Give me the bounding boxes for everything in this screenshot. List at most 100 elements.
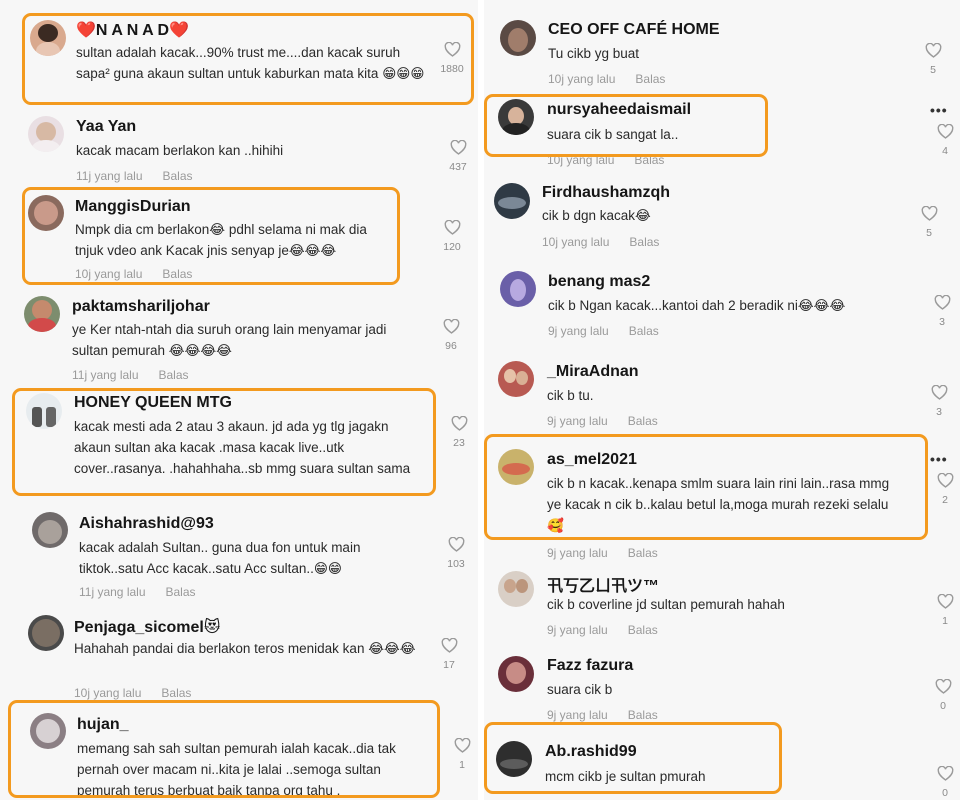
heart-icon <box>937 473 953 488</box>
username[interactable]: 卂丂乙ㄩ卂ツ™ <box>547 572 659 596</box>
like-button[interactable]: 103 <box>443 537 469 570</box>
like-count: 23 <box>453 437 465 449</box>
timestamp: 9j yang lalu <box>547 414 608 428</box>
avatar[interactable] <box>24 296 60 332</box>
username[interactable]: hujan_ <box>77 716 129 734</box>
avatar[interactable] <box>498 656 534 692</box>
heart-icon <box>937 766 953 781</box>
username[interactable]: ❤️N A N A D❤️ <box>76 20 189 40</box>
avatar[interactable] <box>498 571 534 607</box>
avatar[interactable] <box>30 20 66 56</box>
reply-button[interactable]: Balas <box>628 546 658 560</box>
reply-button[interactable]: Balas <box>162 267 192 281</box>
reply-button[interactable]: Balas <box>628 708 658 722</box>
comment-meta: 9j yang lalu Balas <box>547 623 658 637</box>
like-button[interactable]: 1880 <box>439 42 465 75</box>
like-count: 120 <box>443 241 461 253</box>
comment-meta: 9j yang lalu Balas <box>547 708 658 722</box>
comment-meta: 11j yang lalu Balas <box>76 169 193 183</box>
username[interactable]: as_mel2021 <box>547 451 637 469</box>
timestamp: 9j yang lalu <box>547 708 608 722</box>
comment-text: mcm cikb je sultan pmurah <box>545 769 706 784</box>
username[interactable]: Yaa Yan <box>76 118 136 136</box>
like-button[interactable]: 0 <box>932 766 958 799</box>
like-button[interactable]: 23 <box>446 416 472 449</box>
more-options-button[interactable]: ••• <box>930 102 948 118</box>
like-count: 5 <box>930 64 936 76</box>
reply-button[interactable]: Balas <box>629 324 659 338</box>
like-button[interactable]: 1 <box>449 738 475 771</box>
like-button[interactable]: 5 <box>920 43 946 76</box>
comment-text: cik b coverline jd sultan pemurah hahah <box>547 597 785 612</box>
timestamp: 10j yang lalu <box>548 72 616 86</box>
reply-button[interactable]: Balas <box>163 169 193 183</box>
avatar[interactable] <box>30 713 66 749</box>
timestamp: 10j yang lalu <box>74 686 142 700</box>
reply-button[interactable]: Balas <box>161 686 191 700</box>
reply-button[interactable]: Balas <box>635 72 665 86</box>
like-button[interactable]: 4 <box>932 124 958 157</box>
heart-icon <box>931 385 947 400</box>
comment-text: kacak macam berlakon kan ..hihihi <box>76 143 284 158</box>
username[interactable]: ManggisDurian <box>75 198 191 216</box>
heart-icon <box>444 42 460 57</box>
avatar[interactable] <box>28 116 64 152</box>
username[interactable]: Firdhaushamzqh <box>542 184 670 202</box>
username[interactable]: Fazz fazura <box>547 657 633 675</box>
timestamp: 10j yang lalu <box>542 235 610 249</box>
avatar[interactable] <box>500 271 536 307</box>
avatar[interactable] <box>26 393 62 429</box>
avatar[interactable] <box>498 361 534 397</box>
like-count: 3 <box>936 406 942 418</box>
reply-button[interactable]: Balas <box>628 414 658 428</box>
comment-text: suara cik b sangat la.. <box>547 127 679 142</box>
comment-text: cik b dgn kacak😂 <box>542 208 651 223</box>
comment-text: cik b n kacak..kenapa smlm suara lain ri… <box>547 476 890 533</box>
like-button[interactable]: 2 <box>932 473 958 506</box>
like-button[interactable]: 0 <box>930 679 956 712</box>
username[interactable]: CEO OFF CAFÉ HOME <box>548 21 720 39</box>
avatar[interactable] <box>498 449 534 485</box>
username[interactable]: _MiraAdnan <box>547 363 639 381</box>
like-button[interactable]: 3 <box>929 295 955 328</box>
like-button[interactable]: 120 <box>439 220 465 253</box>
like-button[interactable]: 96 <box>438 319 464 352</box>
like-count: 1 <box>942 615 948 627</box>
comment-text: cik b tu. <box>547 388 594 403</box>
reply-button[interactable]: Balas <box>629 235 659 249</box>
reply-button[interactable]: Balas <box>628 623 658 637</box>
comment-text: kacak adalah Sultan.. guna dua fon untuk… <box>79 540 361 576</box>
heart-icon <box>937 594 953 609</box>
comment-meta: 10j yang lalu Balas <box>74 686 191 700</box>
like-button[interactable]: 17 <box>436 638 462 671</box>
username[interactable]: Penjaga_sicomel😻 <box>74 617 221 637</box>
like-button[interactable]: 3 <box>926 385 952 418</box>
username[interactable]: paktamshariljohar <box>72 298 210 316</box>
timestamp: 10j yang lalu <box>75 267 143 281</box>
more-options-button[interactable]: ••• <box>930 451 948 467</box>
avatar[interactable] <box>496 741 532 777</box>
like-button[interactable]: 437 <box>445 140 471 173</box>
username[interactable]: HONEY QUEEN MTG <box>74 394 232 412</box>
comment-column-left: ❤️N A N A D❤️ sultan adalah kacak...90% … <box>0 0 478 800</box>
avatar[interactable] <box>28 195 64 231</box>
avatar[interactable] <box>494 183 530 219</box>
like-count: 1880 <box>440 63 464 75</box>
like-button[interactable]: 1 <box>932 594 958 627</box>
avatar[interactable] <box>32 512 68 548</box>
avatar[interactable] <box>500 20 536 56</box>
reply-button[interactable]: Balas <box>159 368 189 382</box>
reply-button[interactable]: Balas <box>634 153 664 167</box>
comment-text: cik b Ngan kacak...kantoi dah 2 beradik … <box>548 298 846 313</box>
username[interactable]: Aishahrashid@93 <box>79 515 214 533</box>
comment-text: Tu cikb yg buat <box>548 46 640 61</box>
username[interactable]: benang mas2 <box>548 273 650 291</box>
username[interactable]: Ab.rashid99 <box>545 743 637 761</box>
comment-text: ye Ker ntah-ntah dia suruh orang lain me… <box>72 322 387 358</box>
reply-button[interactable]: Balas <box>166 585 196 599</box>
like-count: 103 <box>447 558 465 570</box>
like-button[interactable]: 5 <box>916 206 942 239</box>
avatar[interactable] <box>28 615 64 651</box>
avatar[interactable] <box>498 99 534 135</box>
username[interactable]: nursyaheedaismail <box>547 101 691 119</box>
